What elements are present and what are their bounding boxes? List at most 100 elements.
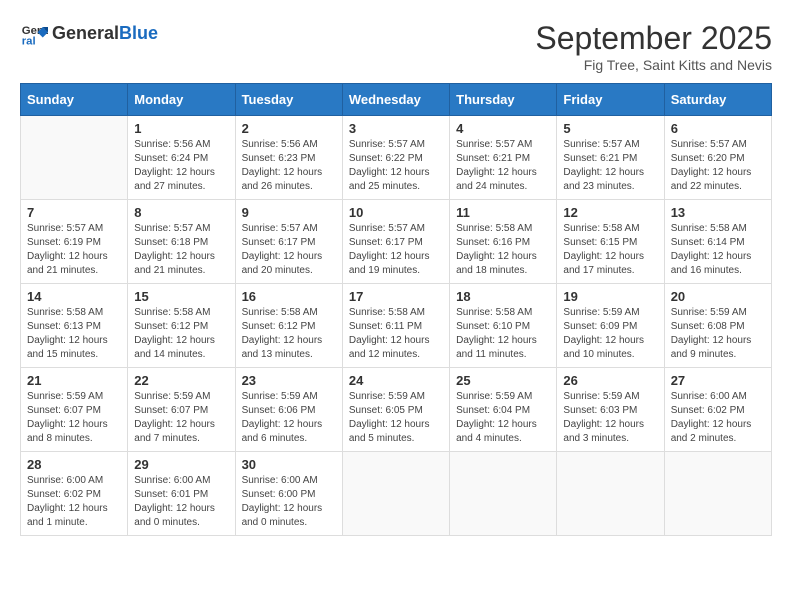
day-info: Sunrise: 5:57 AM Sunset: 6:17 PM Dayligh… — [349, 222, 443, 278]
day-info: Sunrise: 5:58 AM Sunset: 6:16 PM Dayligh… — [456, 222, 550, 278]
logo-text-blue: Blue — [119, 23, 158, 43]
table-row: 12 Sunrise: 5:58 AM Sunset: 6:15 PM Dayli… — [557, 200, 664, 284]
table-row — [557, 452, 664, 536]
table-row: 1 Sunrise: 5:56 AM Sunset: 6:24 PM Daylig… — [128, 116, 235, 200]
table-row: 4 Sunrise: 5:57 AM Sunset: 6:21 PM Daylig… — [450, 116, 557, 200]
day-number: 2 — [242, 121, 336, 136]
table-row: 25 Sunrise: 5:59 AM Sunset: 6:04 PM Dayli… — [450, 368, 557, 452]
day-number: 1 — [134, 121, 228, 136]
logo-text-general: General — [52, 23, 119, 43]
calendar-week-row: 28 Sunrise: 6:00 AM Sunset: 6:02 PM Dayli… — [21, 452, 772, 536]
table-row: 17 Sunrise: 5:58 AM Sunset: 6:11 PM Dayli… — [342, 284, 449, 368]
day-info: Sunrise: 5:58 AM Sunset: 6:14 PM Dayligh… — [671, 222, 765, 278]
calendar-week-row: 1 Sunrise: 5:56 AM Sunset: 6:24 PM Daylig… — [21, 116, 772, 200]
day-number: 11 — [456, 205, 550, 220]
calendar-header-row: Sunday Monday Tuesday Wednesday Thursday… — [21, 84, 772, 116]
day-number: 28 — [27, 457, 121, 472]
day-number: 9 — [242, 205, 336, 220]
table-row: 19 Sunrise: 5:59 AM Sunset: 6:09 PM Dayli… — [557, 284, 664, 368]
day-info: Sunrise: 5:56 AM Sunset: 6:23 PM Dayligh… — [242, 138, 336, 194]
day-info: Sunrise: 5:57 AM Sunset: 6:18 PM Dayligh… — [134, 222, 228, 278]
table-row: 11 Sunrise: 5:58 AM Sunset: 6:16 PM Dayli… — [450, 200, 557, 284]
table-row: 10 Sunrise: 5:57 AM Sunset: 6:17 PM Dayli… — [342, 200, 449, 284]
day-number: 6 — [671, 121, 765, 136]
day-info: Sunrise: 5:58 AM Sunset: 6:11 PM Dayligh… — [349, 306, 443, 362]
day-info: Sunrise: 5:57 AM Sunset: 6:19 PM Dayligh… — [27, 222, 121, 278]
day-number: 17 — [349, 289, 443, 304]
day-number: 7 — [27, 205, 121, 220]
day-info: Sunrise: 5:59 AM Sunset: 6:05 PM Dayligh… — [349, 390, 443, 446]
table-row: 21 Sunrise: 5:59 AM Sunset: 6:07 PM Dayli… — [21, 368, 128, 452]
day-number: 4 — [456, 121, 550, 136]
day-number: 3 — [349, 121, 443, 136]
col-friday: Friday — [557, 84, 664, 116]
day-info: Sunrise: 5:59 AM Sunset: 6:07 PM Dayligh… — [134, 390, 228, 446]
table-row: 28 Sunrise: 6:00 AM Sunset: 6:02 PM Dayli… — [21, 452, 128, 536]
day-number: 26 — [563, 373, 657, 388]
day-info: Sunrise: 5:57 AM Sunset: 6:21 PM Dayligh… — [563, 138, 657, 194]
calendar-week-row: 21 Sunrise: 5:59 AM Sunset: 6:07 PM Dayli… — [21, 368, 772, 452]
day-number: 30 — [242, 457, 336, 472]
table-row: 9Sunrise: 5:57 AM Sunset: 6:17 PM Daylig… — [235, 200, 342, 284]
day-number: 12 — [563, 205, 657, 220]
page-header: Gene ral GeneralBlue September 2025 Fig … — [20, 20, 772, 73]
day-info: Sunrise: 6:00 AM Sunset: 6:02 PM Dayligh… — [27, 474, 121, 530]
table-row: 13Sunrise: 5:58 AM Sunset: 6:14 PM Dayli… — [664, 200, 771, 284]
day-info: Sunrise: 5:58 AM Sunset: 6:12 PM Dayligh… — [134, 306, 228, 362]
calendar-table: Sunday Monday Tuesday Wednesday Thursday… — [20, 83, 772, 536]
day-number: 8 — [134, 205, 228, 220]
day-number: 22 — [134, 373, 228, 388]
table-row: 16Sunrise: 5:58 AM Sunset: 6:12 PM Dayli… — [235, 284, 342, 368]
day-info: Sunrise: 5:57 AM Sunset: 6:22 PM Dayligh… — [349, 138, 443, 194]
table-row: 26Sunrise: 5:59 AM Sunset: 6:03 PM Dayli… — [557, 368, 664, 452]
day-info: Sunrise: 5:59 AM Sunset: 6:08 PM Dayligh… — [671, 306, 765, 362]
svg-text:ral: ral — [22, 36, 36, 48]
col-sunday: Sunday — [21, 84, 128, 116]
day-info: Sunrise: 5:58 AM Sunset: 6:15 PM Dayligh… — [563, 222, 657, 278]
table-row: 14Sunrise: 5:58 AM Sunset: 6:13 PM Dayli… — [21, 284, 128, 368]
day-number: 20 — [671, 289, 765, 304]
day-number: 15 — [134, 289, 228, 304]
day-info: Sunrise: 5:59 AM Sunset: 6:06 PM Dayligh… — [242, 390, 336, 446]
table-row: 23Sunrise: 5:59 AM Sunset: 6:06 PM Dayli… — [235, 368, 342, 452]
logo-icon: Gene ral — [20, 20, 48, 48]
table-row: 6 Sunrise: 5:57 AM Sunset: 6:20 PM Daylig… — [664, 116, 771, 200]
table-row: 18 Sunrise: 5:58 AM Sunset: 6:10 PM Dayli… — [450, 284, 557, 368]
day-info: Sunrise: 5:56 AM Sunset: 6:24 PM Dayligh… — [134, 138, 228, 194]
calendar-week-row: 7 Sunrise: 5:57 AM Sunset: 6:19 PM Daylig… — [21, 200, 772, 284]
day-info: Sunrise: 6:00 AM Sunset: 6:00 PM Dayligh… — [242, 474, 336, 530]
table-row — [342, 452, 449, 536]
day-info: Sunrise: 5:57 AM Sunset: 6:20 PM Dayligh… — [671, 138, 765, 194]
day-number: 21 — [27, 373, 121, 388]
day-number: 25 — [456, 373, 550, 388]
day-info: Sunrise: 5:57 AM Sunset: 6:21 PM Dayligh… — [456, 138, 550, 194]
col-monday: Monday — [128, 84, 235, 116]
day-number: 19 — [563, 289, 657, 304]
col-tuesday: Tuesday — [235, 84, 342, 116]
day-number: 24 — [349, 373, 443, 388]
day-info: Sunrise: 5:59 AM Sunset: 6:09 PM Dayligh… — [563, 306, 657, 362]
table-row: 3 Sunrise: 5:57 AM Sunset: 6:22 PM Daylig… — [342, 116, 449, 200]
day-number: 10 — [349, 205, 443, 220]
logo: Gene ral GeneralBlue — [20, 20, 158, 48]
day-number: 16 — [242, 289, 336, 304]
table-row: 27 Sunrise: 6:00 AM Sunset: 6:02 PM Dayli… — [664, 368, 771, 452]
day-info: Sunrise: 6:00 AM Sunset: 6:01 PM Dayligh… — [134, 474, 228, 530]
table-row: 24 Sunrise: 5:59 AM Sunset: 6:05 PM Dayli… — [342, 368, 449, 452]
day-info: Sunrise: 5:58 AM Sunset: 6:10 PM Dayligh… — [456, 306, 550, 362]
day-number: 27 — [671, 373, 765, 388]
day-info: Sunrise: 6:00 AM Sunset: 6:02 PM Dayligh… — [671, 390, 765, 446]
day-info: Sunrise: 5:59 AM Sunset: 6:07 PM Dayligh… — [27, 390, 121, 446]
title-section: September 2025 Fig Tree, Saint Kitts and… — [535, 20, 772, 73]
table-row — [21, 116, 128, 200]
table-row: 29Sunrise: 6:00 AM Sunset: 6:01 PM Dayli… — [128, 452, 235, 536]
day-number: 5 — [563, 121, 657, 136]
month-title: September 2025 — [535, 20, 772, 57]
table-row: 7 Sunrise: 5:57 AM Sunset: 6:19 PM Daylig… — [21, 200, 128, 284]
table-row: 2 Sunrise: 5:56 AM Sunset: 6:23 PM Daylig… — [235, 116, 342, 200]
col-wednesday: Wednesday — [342, 84, 449, 116]
table-row: 5 Sunrise: 5:57 AM Sunset: 6:21 PM Daylig… — [557, 116, 664, 200]
day-info: Sunrise: 5:59 AM Sunset: 6:04 PM Dayligh… — [456, 390, 550, 446]
day-number: 18 — [456, 289, 550, 304]
table-row: 15 Sunrise: 5:58 AM Sunset: 6:12 PM Dayli… — [128, 284, 235, 368]
